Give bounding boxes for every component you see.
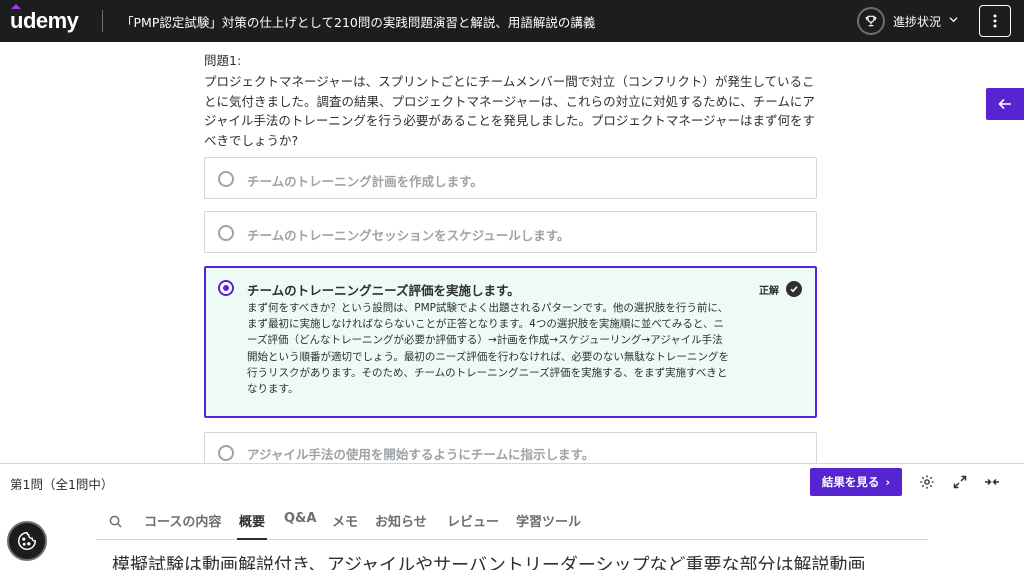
answer-option-1[interactable]: チームのトレーニング計画を作成します。 (204, 157, 817, 199)
view-results-button[interactable]: 結果を見る › (810, 468, 902, 496)
tab-course-content[interactable]: コースの内容 (144, 511, 221, 530)
radio-button[interactable] (218, 445, 234, 461)
answer-label: チームのトレーニングニーズ評価を実施します。 (247, 283, 520, 298)
quiz-footer: 第1問（全1問中） 結果を見る › (0, 463, 1024, 500)
progress-label: 進捗状況 (892, 14, 941, 29)
overview-text: 模擬試験は動画解説付き、アジャイルやサーバントリーダーシップなど重要な部分は解説… (112, 555, 866, 570)
chevron-right-icon: › (885, 475, 891, 489)
arrow-left-icon (998, 98, 1011, 110)
check-circle-icon (786, 281, 802, 297)
sidebar-toggle-button[interactable] (986, 88, 1024, 120)
fullscreen-icon[interactable] (951, 473, 969, 491)
collapse-icon[interactable] (983, 473, 1001, 491)
gear-icon[interactable] (918, 473, 936, 491)
active-tab-indicator (237, 538, 267, 540)
answer-label: アジャイル手法の使用を開始するようにチームに指示します。 (247, 447, 595, 462)
answer-label: チームのトレーニング計画を作成します。 (247, 174, 483, 189)
tab-overview[interactable]: 概要 (239, 511, 265, 530)
top-header: udemy 「PMP認定試験」対策の仕上げとして210問の実践問題演習と解説、用… (0, 0, 1024, 42)
correct-label: 正解 (759, 285, 779, 297)
progress-menu[interactable]: 進捗状況 (856, 0, 958, 42)
course-tabs: コースの内容 概要 Q&A メモ お知らせ レビュー 学習ツール (96, 500, 928, 540)
question-text: プロジェクトマネージャーは、スプリントごとにチームメンバー間で対立（コンフリクト… (204, 74, 816, 148)
logo-text: udemy (10, 8, 79, 33)
more-options-button[interactable] (979, 5, 1011, 37)
tab-learning-tools[interactable]: 学習ツール (516, 511, 581, 530)
answer-option-3-correct[interactable]: チームのトレーニングニーズ評価を実施します。 正解 まず何をすべきか？という設問… (204, 266, 817, 418)
search-icon[interactable] (109, 513, 122, 532)
radio-button[interactable] (218, 225, 234, 241)
question-number: 問題1: (204, 53, 242, 68)
logo-hat-icon (11, 4, 21, 9)
cookie-icon (18, 532, 36, 550)
tab-reviews[interactable]: レビュー (447, 511, 499, 530)
header-divider (102, 10, 103, 32)
radio-button[interactable] (218, 171, 234, 187)
tab-qa[interactable]: Q&A (284, 511, 316, 526)
answer-explanation: まず何をすべきか？という設問は、PMP試験でよく出題されるパターンです。他の選択… (247, 302, 729, 396)
radio-button-selected[interactable] (218, 280, 234, 296)
cookie-settings-button[interactable] (7, 521, 47, 561)
answer-label: チームのトレーニングセッションをスケジュールします。 (247, 228, 570, 243)
tab-notes[interactable]: メモ (332, 511, 358, 530)
udemy-logo[interactable]: udemy (0, 0, 100, 42)
correct-indicator: 正解 (759, 281, 802, 297)
question-counter: 第1問（全1問中） (10, 477, 114, 492)
tab-announcements[interactable]: お知らせ (375, 511, 427, 530)
view-results-label: 結果を見る (821, 475, 880, 489)
course-title[interactable]: 「PMP認定試験」対策の仕上げとして210問の実践問題演習と解説、用語解説の講義 (121, 12, 595, 31)
more-vertical-icon (993, 14, 997, 28)
trophy-icon (856, 7, 885, 35)
answer-option-2[interactable]: チームのトレーニングセッションをスケジュールします。 (204, 211, 817, 253)
chevron-down-icon (949, 15, 958, 27)
